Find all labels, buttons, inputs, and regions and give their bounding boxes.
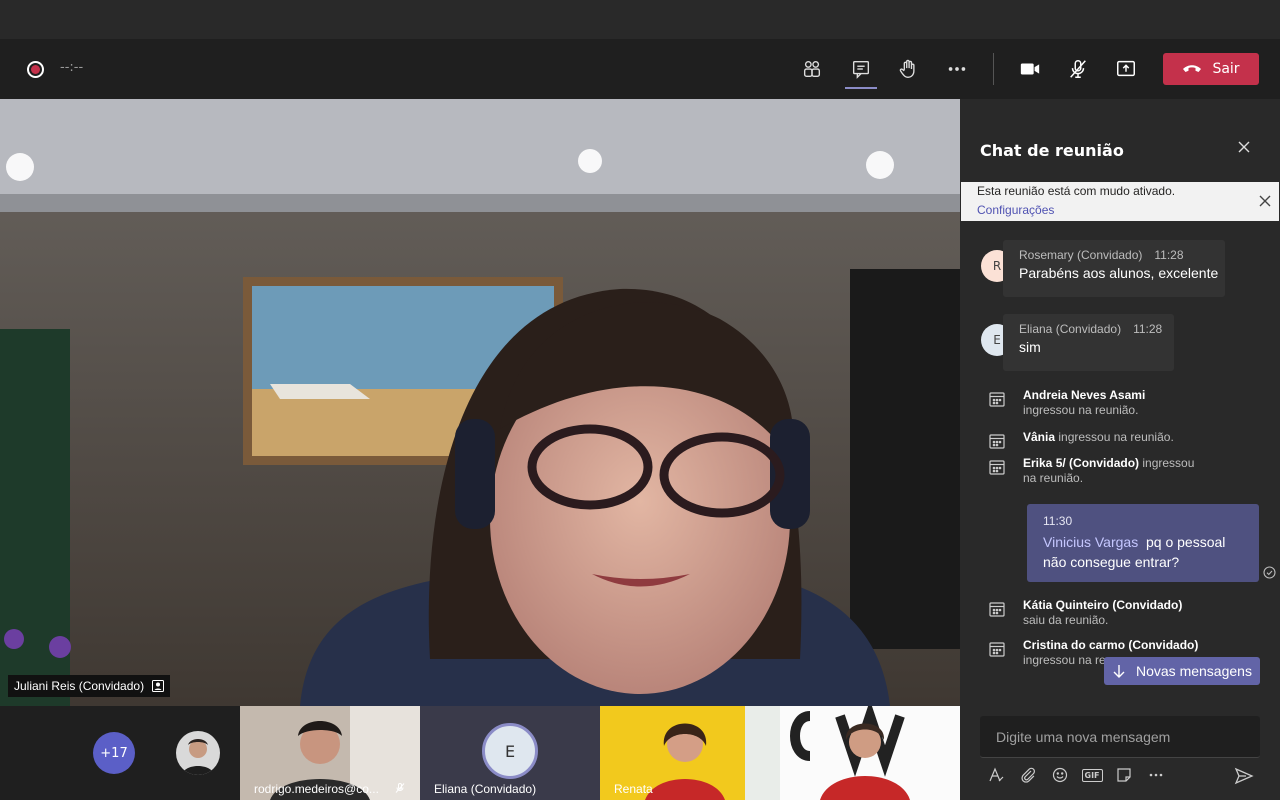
leave-label: Sair: [1212, 61, 1240, 77]
seen-check-icon: [1263, 566, 1276, 579]
settings-link[interactable]: Configurações: [977, 203, 1054, 217]
participant-avatar[interactable]: [176, 731, 220, 775]
emoji-icon: [1052, 767, 1068, 783]
more-participants-button[interactable]: +17: [93, 732, 135, 774]
mention[interactable]: Vinicius Vargas: [1043, 534, 1138, 550]
event-person: Andreia Neves Asami: [1023, 388, 1146, 402]
participants-icon: [803, 60, 821, 78]
calendar-join-icon: [989, 434, 1005, 449]
mic-off-icon: [395, 783, 405, 793]
participant-name: rodrigo.medeiros@co...: [254, 782, 379, 796]
message-author: Rosemary (Convidado): [1019, 248, 1143, 262]
new-messages-button[interactable]: Novas mensagens: [1104, 657, 1260, 685]
participants-button[interactable]: [798, 55, 826, 83]
participant-tile[interactable]: rodrigo.medeiros@co...: [240, 706, 420, 800]
format-icon: [989, 767, 1004, 782]
speaker-video-frame: [0, 99, 960, 706]
event-action: saiu da reunião.: [1023, 613, 1109, 627]
sticker-button[interactable]: [1114, 765, 1134, 785]
meeting-timer: --:--: [60, 60, 84, 75]
participant-tile[interactable]: Renata: [600, 706, 780, 800]
camera-button[interactable]: [1016, 55, 1044, 83]
calendar-join-icon: [989, 392, 1005, 407]
leave-button[interactable]: Sair: [1163, 53, 1259, 85]
raise-hand-icon: [899, 59, 915, 78]
message-text: Parabéns aos alunos, excelente: [1019, 265, 1219, 281]
mute-banner: Esta reunião está com mudo ativado. Conf…: [961, 182, 1279, 221]
message-text: sim: [1019, 339, 1041, 355]
toolbar-divider: [993, 53, 994, 85]
chat-message[interactable]: Eliana (Convidado) 11:28 sim: [1003, 314, 1174, 371]
compose-toolbar: GIF: [986, 765, 1166, 785]
format-button[interactable]: [986, 765, 1006, 785]
message-time: 11:28: [1133, 322, 1163, 336]
participant-strip: +17 rodrigo.medeiros@co... E Eliana (Con…: [0, 706, 960, 800]
participant-name: Renata: [614, 782, 653, 796]
calendar-join-icon: [989, 460, 1005, 475]
new-messages-label: Novas mensagens: [1136, 663, 1252, 679]
event-action: ingressou na re: [1023, 653, 1106, 667]
more-options-button[interactable]: [943, 55, 971, 83]
message-time: 11:30: [1043, 514, 1073, 528]
raise-hand-button[interactable]: [894, 55, 922, 83]
mic-off-icon: [1070, 60, 1086, 78]
share-screen-icon: [1117, 60, 1135, 77]
participant-photo: [176, 731, 220, 775]
more-icon: [1149, 773, 1163, 777]
more-icon: [948, 67, 966, 71]
speaker-name: Juliani Reis (Convidado): [14, 679, 145, 693]
share-screen-button[interactable]: [1112, 55, 1140, 83]
camera-icon: [1020, 63, 1040, 75]
speaker-name-tag: Juliani Reis (Convidado): [8, 675, 171, 697]
pin-icon[interactable]: [152, 680, 165, 692]
event-action: ingressou na reunião.: [1058, 430, 1174, 444]
close-icon[interactable]: [1236, 139, 1252, 155]
message-author: Eliana (Convidado): [1019, 322, 1122, 336]
title-bar: [0, 0, 1280, 39]
send-icon[interactable]: [1234, 766, 1254, 786]
chat-icon: [852, 60, 870, 79]
event-action: ingressou na reunião.: [1023, 403, 1139, 417]
participant-tile[interactable]: [780, 706, 960, 800]
arrow-down-icon: [1113, 665, 1125, 678]
message-input[interactable]: [996, 728, 1244, 745]
participant-name: Eliana (Convidado): [434, 782, 537, 796]
event-person: Cristina do carmo (Convidado): [1023, 638, 1199, 652]
calendar-leave-icon: [989, 602, 1005, 617]
emoji-button[interactable]: [1050, 765, 1070, 785]
more-options-button[interactable]: [1146, 765, 1166, 785]
attach-icon: [1021, 767, 1035, 783]
participant-video: [780, 706, 960, 800]
meeting-toolbar: --:-- Sair: [0, 39, 1280, 99]
banner-text: Esta reunião está com mudo ativado.: [977, 184, 1176, 198]
chat-active-indicator: [845, 87, 877, 89]
gif-icon: GIF: [1081, 768, 1103, 782]
close-icon[interactable]: [1258, 194, 1272, 208]
participant-tile[interactable]: E Eliana (Convidado): [420, 706, 600, 800]
main-video: Juliani Reis (Convidado): [0, 99, 960, 706]
chat-message[interactable]: Rosemary (Convidado) 11:28 Parabéns aos a…: [1003, 240, 1225, 297]
meeting-chat-panel: Chat de reunião Esta reunião está com mu…: [960, 99, 1280, 800]
own-chat-message[interactable]: 11:30 Vinicius Vargas pq o pessoal não c…: [1027, 504, 1259, 582]
chat-button[interactable]: [847, 55, 875, 83]
event-person: Kátia Quinteiro (Convidado): [1023, 598, 1183, 612]
participant-avatar: E: [482, 723, 538, 779]
recording-icon: [27, 61, 44, 78]
chat-title: Chat de reunião: [980, 141, 1124, 160]
calendar-join-icon: [989, 642, 1005, 657]
event-person: Vânia: [1023, 430, 1056, 444]
compose-box[interactable]: [980, 716, 1260, 758]
microphone-button[interactable]: [1064, 55, 1092, 83]
hang-up-icon: [1183, 65, 1202, 72]
attach-button[interactable]: [1018, 765, 1038, 785]
event-person: Erika 5/ (Convidado): [1023, 456, 1140, 470]
gif-button[interactable]: GIF: [1081, 765, 1103, 785]
message-time: 11:28: [1154, 248, 1184, 262]
sticker-icon: [1117, 768, 1131, 782]
